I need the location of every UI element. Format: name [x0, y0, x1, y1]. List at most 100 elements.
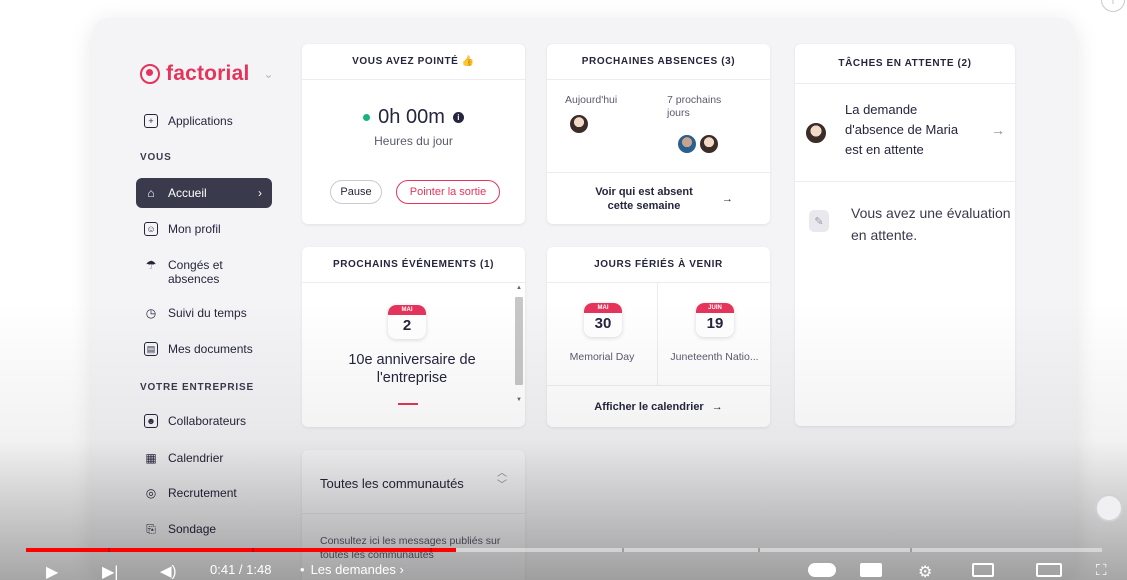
worked-time: 0h 00m [378, 106, 445, 128]
sidebar-item-conges[interactable]: ☂ Congés et absences [136, 254, 272, 290]
chapter-marker [622, 548, 624, 552]
holiday-date-badge: MAI 30 [584, 303, 622, 337]
sidebar-item-label: Mon profil [168, 222, 221, 236]
events-card: PROCHAINS ÉVÉNEMENTS (1) MAI 2 10e anniv… [302, 247, 525, 427]
event-date-badge: MAI 2 [388, 305, 426, 339]
profile-icon: ☺ [144, 222, 158, 236]
video-time: 0:41 / 1:48 [210, 562, 272, 577]
event-day: 2 [402, 317, 412, 334]
sidebar-item-label: Applications [168, 114, 233, 128]
chapter-marker [108, 548, 110, 552]
holiday-date-badge: JUIN 19 [696, 303, 734, 337]
avatar[interactable] [677, 134, 697, 154]
chapter-marker [430, 548, 432, 552]
channel-avatar[interactable] [1095, 494, 1123, 522]
section-title-you: VOUS [140, 152, 172, 163]
chevron-down-icon[interactable]: ⌄ [264, 67, 274, 81]
subtitles-icon[interactable] [860, 563, 882, 577]
absences-link[interactable]: Voir qui est absent cette semaine → [547, 172, 770, 224]
scroll-thumb[interactable] [515, 297, 523, 385]
holidays-card: JOURS FÉRIÉS À VENIR MAI 30 Memorial Day… [547, 247, 770, 427]
holiday-month: MAI [584, 303, 622, 313]
video-progress-bar[interactable] [26, 548, 1102, 552]
sidebar-item-label: Mes documents [168, 342, 253, 356]
avatar[interactable] [569, 114, 589, 134]
info-icon[interactable]: i [452, 112, 464, 123]
holiday-item[interactable]: MAI 30 Memorial Day [547, 283, 658, 385]
card-title: PROCHAINS ÉVÉNEMENTS (1) [302, 247, 525, 283]
sidebar-item-label: Recrutement [168, 486, 237, 500]
clock-icon: ◷ [145, 306, 157, 320]
scroll-up-icon[interactable]: ▲ [516, 285, 522, 291]
theater-mode-icon[interactable] [1036, 563, 1062, 577]
autoplay-toggle[interactable] [808, 563, 836, 577]
sidebar-item-applications[interactable]: + Applications [136, 106, 272, 136]
holiday-day: 19 [706, 315, 724, 332]
card-title: JOURS FÉRIÉS À VENIR [547, 247, 770, 283]
next-icon[interactable]: ▶| [102, 562, 118, 580]
documents-icon: ▤ [144, 342, 158, 356]
task-text: La demande d'absence de Maria est en att… [845, 102, 959, 157]
chevron-right-icon: › [258, 186, 262, 200]
holiday-month: JUIN [696, 303, 734, 313]
sidebar-item-label: Sondage [168, 522, 217, 536]
sidebar-item-suivi-temps[interactable]: ◷ Suivi du temps [136, 298, 272, 328]
sidebar-item-recrutement[interactable]: ◎ Recrutement [136, 478, 272, 508]
event-month: MAI [388, 305, 426, 315]
clock-card: VOUS AVEZ POINTÉ 👍 0h 00m i Heures du jo… [302, 44, 525, 224]
miniplayer-icon[interactable] [972, 563, 994, 577]
holiday-day: 30 [594, 315, 612, 332]
settings-gear-icon[interactable]: ⚙ [918, 562, 932, 580]
volume-icon[interactable]: ◀) [160, 562, 177, 580]
beach-umbrella-icon: ☂ [145, 258, 157, 272]
holiday-name: Juneteenth Natio... [670, 351, 759, 363]
scrollbar[interactable]: ▲ ▼ [515, 285, 523, 403]
sidebar-item-mon-profil[interactable]: ☺ Mon profil [136, 214, 272, 244]
scroll-down-icon[interactable]: ▼ [516, 397, 522, 403]
chapter-title[interactable]: • Les demandes › [300, 562, 404, 577]
communities-title: Toutes les communautés [320, 476, 464, 491]
sidebar-item-sondage[interactable]: ⎘ Sondage [136, 514, 272, 544]
holiday-name: Memorial Day [569, 351, 635, 363]
home-icon: ⌂ [147, 186, 155, 200]
show-calendar-link[interactable]: Afficher le calendrier → [547, 385, 770, 427]
arrow-right-icon: → [711, 401, 723, 413]
chapter-marker [758, 548, 760, 552]
card-title: VOUS AVEZ POINTÉ 👍 [302, 44, 525, 80]
task-item[interactable]: La demande d'absence de Maria est en att… [795, 84, 1015, 182]
arrow-right-icon: → [991, 122, 1005, 138]
clock-out-button[interactable]: Pointer la sortie [396, 180, 500, 204]
card-title: TÂCHES EN ATTENTE (2) [795, 44, 1015, 84]
sidebar-item-label: Collaborateurs [168, 414, 247, 428]
holiday-item[interactable]: JUIN 19 Juneteenth Natio... [659, 283, 770, 385]
evaluation-icon: ✎ [809, 210, 829, 232]
pause-button[interactable]: Pause [330, 180, 382, 204]
task-text: Vous avez une évaluation en attente. [851, 205, 1011, 243]
communities-dropdown[interactable]: Toutes les communautés ︿ ﹀ [302, 450, 525, 514]
sidebar-item-label: Congés et absences [168, 258, 223, 286]
info-icon[interactable]: i [1101, 0, 1125, 12]
chapter-label: Les demandes [310, 562, 396, 577]
survey-icon: ⎘ [146, 521, 156, 536]
sidebar-item-accueil[interactable]: ⌂ Accueil › [136, 178, 272, 208]
next-days-label: 7 prochains jours [667, 94, 722, 119]
sidebar-item-documents[interactable]: ▤ Mes documents [136, 334, 272, 364]
task-item[interactable]: ✎ Vous avez une évaluation en attente. [795, 182, 1015, 262]
event-name[interactable]: 10e anniversaire de l'entreprise [322, 351, 502, 387]
chapter-marker [252, 548, 254, 552]
play-icon[interactable]: ▶ [46, 562, 58, 580]
link-label: Voir qui est absent cette semaine [595, 186, 693, 212]
sidebar-item-calendrier[interactable]: ▦ Calendrier [136, 443, 272, 473]
pagination-indicator [398, 403, 418, 405]
avatar [805, 122, 827, 144]
arrow-right-icon: → [722, 193, 733, 205]
tasks-card: TÂCHES EN ATTENTE (2) La demande d'absen… [795, 44, 1015, 426]
logo[interactable]: factorial ⌄ [140, 62, 274, 86]
sidebar-item-label: Accueil [168, 186, 207, 200]
video-controls: ▶ ▶| ◀) 0:41 / 1:48 • Les demandes › ⚙ ⛶ [0, 560, 1127, 580]
sidebar-item-collaborateurs[interactable]: ☻ Collaborateurs [136, 406, 272, 436]
app-window: factorial ⌄ + Applications VOUS ⌂ Accuei… [92, 18, 1076, 580]
chapter-marker [910, 548, 912, 552]
avatar[interactable] [699, 134, 719, 154]
fullscreen-icon[interactable]: ⛶ [1096, 562, 1107, 579]
